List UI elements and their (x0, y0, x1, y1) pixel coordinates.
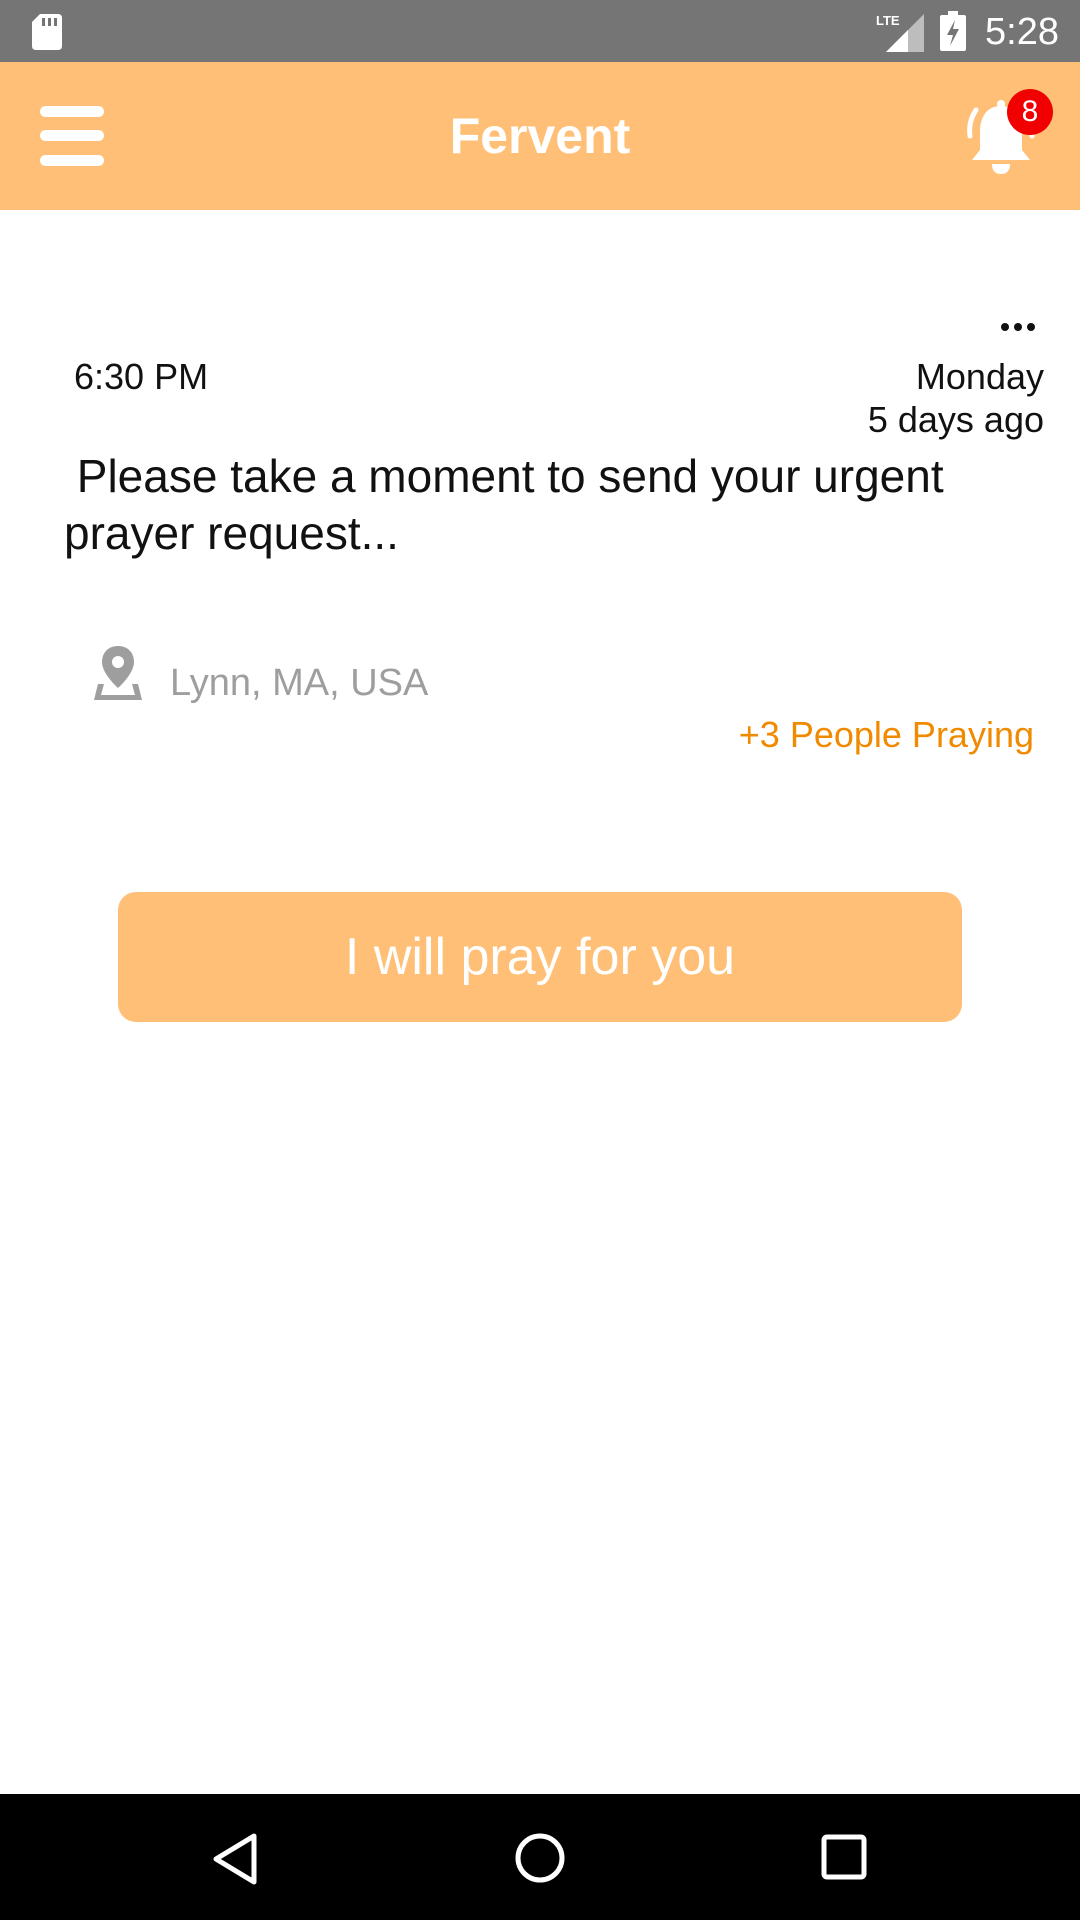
status-bar: LTE 5:28 (0, 0, 1080, 62)
post-time: 6:30 PM (74, 356, 209, 397)
app-bar: Fervent (0, 62, 1080, 210)
navigation-bar (0, 1794, 1080, 1920)
menu-icon[interactable] (40, 106, 104, 166)
recent-apps-icon[interactable] (820, 1833, 868, 1881)
back-icon[interactable] (210, 1832, 260, 1886)
people-praying-count[interactable]: +3 People Praying (739, 713, 1034, 757)
home-icon[interactable] (514, 1832, 566, 1884)
post-relative-date: 5 days ago (867, 399, 1044, 440)
prayer-request-message: Please take a moment to send your urgent… (64, 450, 944, 559)
status-time: 5:28 (985, 11, 1059, 53)
svg-text:LTE: LTE (876, 13, 900, 28)
more-icon[interactable] (1000, 320, 1036, 334)
notification-badge[interactable]: 8 (1007, 89, 1053, 135)
pray-for-you-button[interactable]: I will pray for you (118, 892, 962, 1022)
lte-signal-icon: LTE (876, 13, 924, 52)
location-text: Lynn, MA, USA (170, 662, 429, 704)
location-pin-icon (94, 646, 142, 700)
battery-charging-icon (940, 11, 966, 51)
post-day: Monday (915, 356, 1044, 397)
app-title: Fervent (449, 108, 631, 164)
sd-card-icon (32, 14, 62, 50)
prayer-detail-screen: LTE 5:28 Fervent 8 6:30 PM Monday 5 days… (0, 0, 1080, 1920)
